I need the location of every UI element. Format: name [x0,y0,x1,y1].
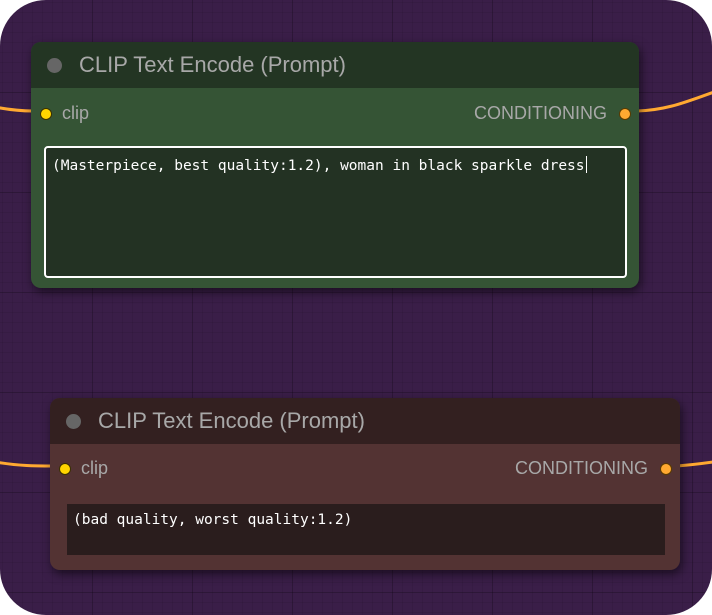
clip-input-socket-icon[interactable] [40,108,52,120]
collapse-toggle-icon[interactable] [66,414,81,429]
output-label-conditioning: CONDITIONING [515,458,648,478]
node-title: CLIP Text Encode (Prompt) [79,52,346,77]
clip-text-encode-node-negative[interactable]: CLIP Text Encode (Prompt) clip CONDITION… [50,398,680,570]
conditioning-output-socket-icon[interactable] [619,108,631,120]
link-conditioning-output-positive [636,91,712,113]
input-label-clip: clip [81,458,109,478]
slot-row: clip CONDITIONING [50,453,680,483]
prompt-text-area[interactable]: (bad quality, worst quality:1.2) [67,504,665,555]
output-label-conditioning: CONDITIONING [474,103,607,123]
collapse-toggle-icon[interactable] [47,58,62,73]
prompt-text: (bad quality, worst quality:1.2) [73,512,353,528]
input-label-clip: clip [62,103,90,123]
node-header[interactable]: CLIP Text Encode (Prompt) [31,42,639,88]
clip-text-encode-node-positive[interactable]: CLIP Text Encode (Prompt) clip CONDITION… [31,42,639,288]
prompt-text-area[interactable]: (Masterpiece, best quality:1.2), woman i… [44,146,627,278]
link-clip-input-negative [0,461,54,468]
slot-row: clip CONDITIONING [31,98,639,128]
link-clip-input-positive [0,106,34,113]
graph-canvas[interactable]: CLIP Text Encode (Prompt) clip CONDITION… [0,0,712,615]
conditioning-output-socket-icon[interactable] [660,463,672,475]
node-title: CLIP Text Encode (Prompt) [98,408,365,433]
prompt-text: (Masterpiece, best quality:1.2), woman i… [52,158,585,174]
link-conditioning-output-negative [676,460,712,468]
node-header[interactable]: CLIP Text Encode (Prompt) [50,398,680,444]
text-caret [585,156,587,173]
clip-input-socket-icon[interactable] [59,463,71,475]
